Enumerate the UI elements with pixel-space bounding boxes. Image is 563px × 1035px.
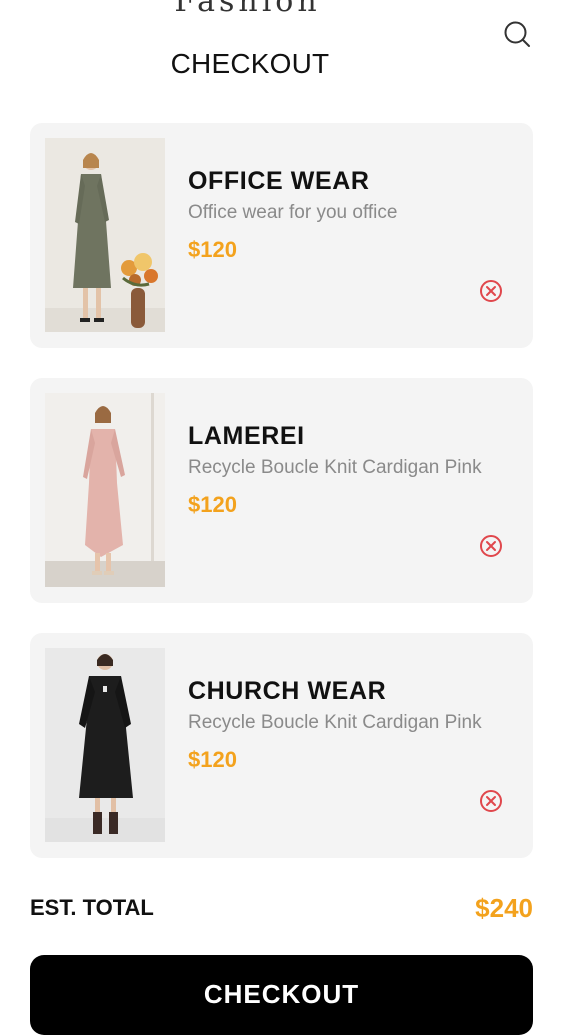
cart-item-card: LAMEREI Recycle Boucle Knit Cardigan Pin… (30, 378, 533, 603)
close-circle-icon (480, 790, 502, 812)
remove-item-button[interactable] (479, 789, 503, 813)
remove-item-button[interactable] (479, 534, 503, 558)
item-description: Office wear for you office (188, 202, 398, 223)
product-image (45, 393, 165, 587)
item-description: Recycle Boucle Knit Cardigan Pink (188, 457, 482, 478)
remove-item-button[interactable] (479, 279, 503, 303)
cart-item-card: CHURCH WEAR Recycle Boucle Knit Cardigan… (30, 633, 533, 858)
estimated-total-value: $240 (475, 893, 533, 923)
item-title: LAMEREI (188, 422, 305, 450)
close-circle-icon (480, 280, 502, 302)
item-title: CHURCH WEAR (188, 677, 387, 705)
item-description: Recycle Boucle Knit Cardigan Pink (188, 712, 482, 733)
checkout-button-label: CHECKOUT (203, 979, 360, 1009)
checkout-button[interactable]: CHECKOUT (30, 955, 533, 1035)
item-title: OFFICE WEAR (188, 167, 370, 195)
cart-item-card: OFFICE WEAR Office wear for you office $… (30, 123, 533, 348)
item-price: $120 (188, 237, 237, 262)
item-price: $120 (188, 747, 237, 772)
search-icon[interactable] (503, 20, 531, 48)
brand-logo: Fashion (174, 0, 321, 19)
page-title: CHECKOUT (170, 48, 330, 79)
estimated-total-label: EST. TOTAL (30, 895, 154, 920)
product-image (45, 138, 165, 332)
item-price: $120 (188, 492, 237, 517)
close-circle-icon (480, 535, 502, 557)
product-image (45, 648, 165, 842)
